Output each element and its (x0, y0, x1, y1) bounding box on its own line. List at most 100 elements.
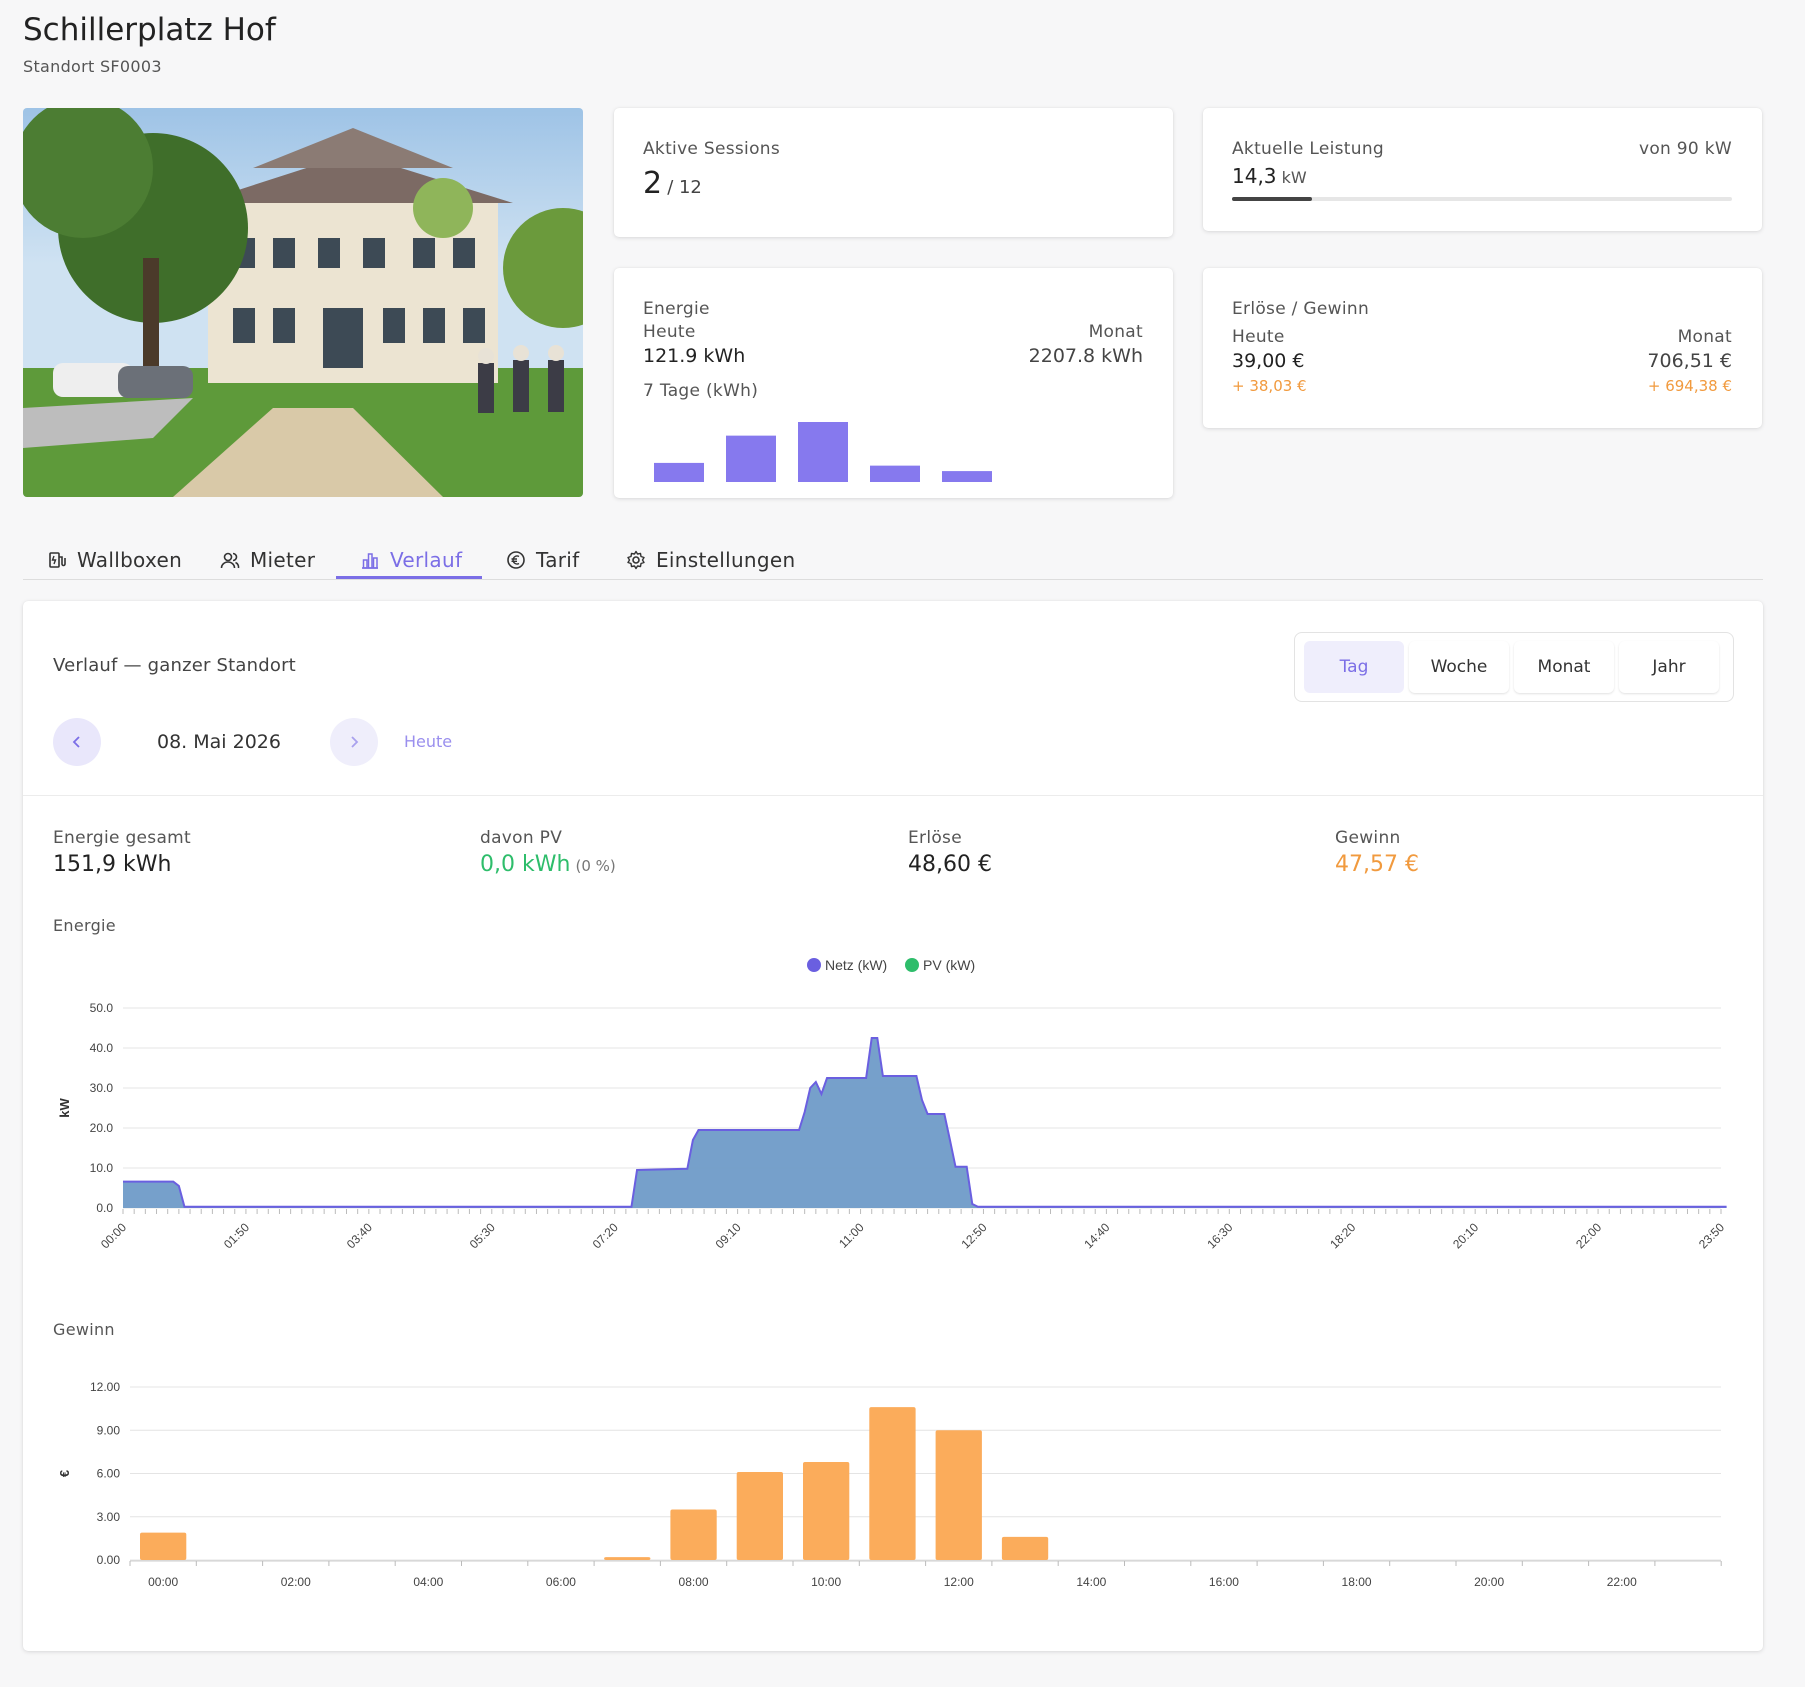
energy-label: Energie (643, 299, 710, 319)
euro-icon (507, 551, 525, 569)
energy-today-label: Heute (643, 322, 696, 342)
pv-share-kwh: 0,0 kWh (480, 852, 571, 877)
x-tick-label: 10:00 (811, 1575, 841, 1589)
x-tick-label: 12:50 (958, 1220, 989, 1251)
revenue-total-value: 48,60 € (908, 852, 992, 877)
y-axis-label: kW (57, 1098, 72, 1118)
revenue-total-label: Erlöse (908, 828, 962, 848)
chart-icon (362, 553, 378, 569)
y-tick-label: 12.00 (90, 1380, 120, 1394)
history-title: Verlauf — ganzer Standort (53, 655, 296, 676)
energy-total-value: 151,9 kWh (53, 852, 172, 877)
location-photo (23, 108, 583, 497)
x-tick-label: 16:00 (1209, 1575, 1239, 1589)
week-bar (798, 422, 848, 482)
pv-share-percent: (0 %) (575, 857, 616, 875)
y-tick-label: 3.00 (97, 1510, 121, 1524)
period-tag-button[interactable]: Tag (1304, 641, 1404, 693)
next-day-button[interactable] (330, 718, 378, 766)
revenue-label: Erlöse / Gewinn (1232, 299, 1370, 319)
current-power-number: 14,3 (1232, 164, 1277, 188)
x-tick-label: 04:00 (413, 1575, 443, 1589)
active-sessions-value: 2 / 12 (643, 166, 702, 201)
tab-tarif[interactable]: Tarif (506, 540, 579, 580)
active-sessions-card: Aktive Sessions 2 / 12 (614, 108, 1173, 237)
x-tick-label: 06:00 (546, 1575, 576, 1589)
x-tick-label: 02:00 (281, 1575, 311, 1589)
tab-label: Tarif (536, 548, 580, 572)
y-tick-label: 6.00 (97, 1467, 121, 1481)
week-bar (726, 435, 776, 482)
profit-total-value: 47,57 € (1335, 852, 1419, 877)
y-tick-label: 0.0 (96, 1201, 113, 1215)
profit-bar (803, 1461, 850, 1560)
week-bar (942, 471, 992, 482)
y-tick-label: 9.00 (97, 1423, 121, 1437)
y-tick-label: 10.0 (90, 1161, 114, 1175)
x-tick-label: 12:00 (944, 1575, 974, 1589)
profit-chart-label: Gewinn (53, 1320, 115, 1339)
pv-share-value: 0,0 kWh (0 %) (480, 852, 616, 877)
y-tick-label: 30.0 (90, 1081, 114, 1095)
x-tick-label: 18:20 (1327, 1220, 1358, 1251)
page-title: Schillerplatz Hof (23, 12, 276, 48)
previous-day-button[interactable] (53, 718, 101, 766)
current-power-max: von 90 kW (1638, 139, 1732, 159)
x-tick-label: 20:10 (1450, 1220, 1481, 1251)
tab-einstellungen[interactable]: Einstellungen (626, 540, 795, 580)
energy-today-value: 121.9 kWh (643, 345, 746, 367)
x-tick-label: 09:10 (713, 1220, 744, 1251)
page-subtitle: Standort SF0003 (23, 57, 162, 76)
legend-pv-marker (905, 958, 919, 972)
x-tick-label: 22:00 (1607, 1575, 1637, 1589)
week-bar (654, 462, 704, 482)
photo-illustration (23, 108, 583, 497)
current-power-label: Aktuelle Leistung (1232, 139, 1384, 159)
week-bar (870, 465, 920, 482)
energy-legend: Netz (kW) PV (kW) (807, 957, 975, 973)
period-woche-button[interactable]: Woche (1409, 641, 1509, 693)
energy-month-value: 2207.8 kWh (1028, 345, 1143, 367)
current-date: 08. Mai 2026 (157, 731, 281, 753)
chevron-right-icon (351, 736, 359, 748)
period-jahr-button[interactable]: Jahr (1619, 641, 1719, 693)
tab-label: Mieter (250, 548, 316, 572)
energy-month-label: Monat (1088, 322, 1143, 342)
gear-icon (627, 550, 645, 570)
tab-wallboxen[interactable]: Wallboxen (47, 540, 182, 580)
y-tick-label: 20.0 (90, 1121, 114, 1135)
current-power-unit: kW (1281, 168, 1307, 187)
x-tick-label: 14:40 (1081, 1220, 1112, 1251)
x-tick-label: 20:00 (1474, 1575, 1504, 1589)
revenue-today-profit: + 38,03 € (1232, 377, 1307, 395)
revenue-today-value: 39,00 € (1232, 350, 1305, 372)
tab-active-indicator (336, 576, 482, 579)
active-sessions-count: 2 (643, 166, 663, 201)
y-tick-label: 50.0 (90, 1001, 114, 1015)
legend-netz-marker (807, 958, 821, 972)
users-icon (220, 552, 240, 569)
energy-week-chart (654, 422, 992, 482)
profit-bar (670, 1509, 717, 1560)
y-axis-label: € (57, 1470, 72, 1477)
x-tick-label: 03:40 (344, 1220, 375, 1251)
legend-pv-label: PV (kW) (923, 957, 975, 973)
today-link[interactable]: Heute (404, 732, 452, 751)
wallbox-icon (49, 552, 66, 568)
netz-area (123, 1038, 1727, 1208)
tab-mieter[interactable]: Mieter (220, 540, 315, 580)
profit-bar (140, 1532, 187, 1560)
current-power-bar-track (1232, 197, 1732, 201)
tab-verlauf[interactable]: Verlauf (360, 540, 462, 580)
energy-line-chart: Netz (kW) PV (kW) 0.0 10.0 20.0 30.0 40.0 50.0 k… (57, 957, 1727, 1251)
profit-bar (869, 1407, 916, 1560)
active-sessions-total: / 12 (667, 177, 702, 198)
tab-label: Verlauf (390, 548, 463, 572)
history-divider (23, 795, 1763, 796)
revenue-card: Erlöse / Gewinn Heute 39,00 € + 38,03 € … (1203, 268, 1762, 428)
period-monat-button[interactable]: Monat (1514, 641, 1614, 693)
y-tick-label: 40.0 (90, 1041, 114, 1055)
profit-bar-chart: 0.00 3.00 6.00 9.00 12.00 €00:00 02:00 04:00 06:… (57, 1380, 1722, 1589)
x-tick-label: 00:00 (148, 1575, 178, 1589)
x-tick-label: 01:50 (221, 1220, 252, 1251)
